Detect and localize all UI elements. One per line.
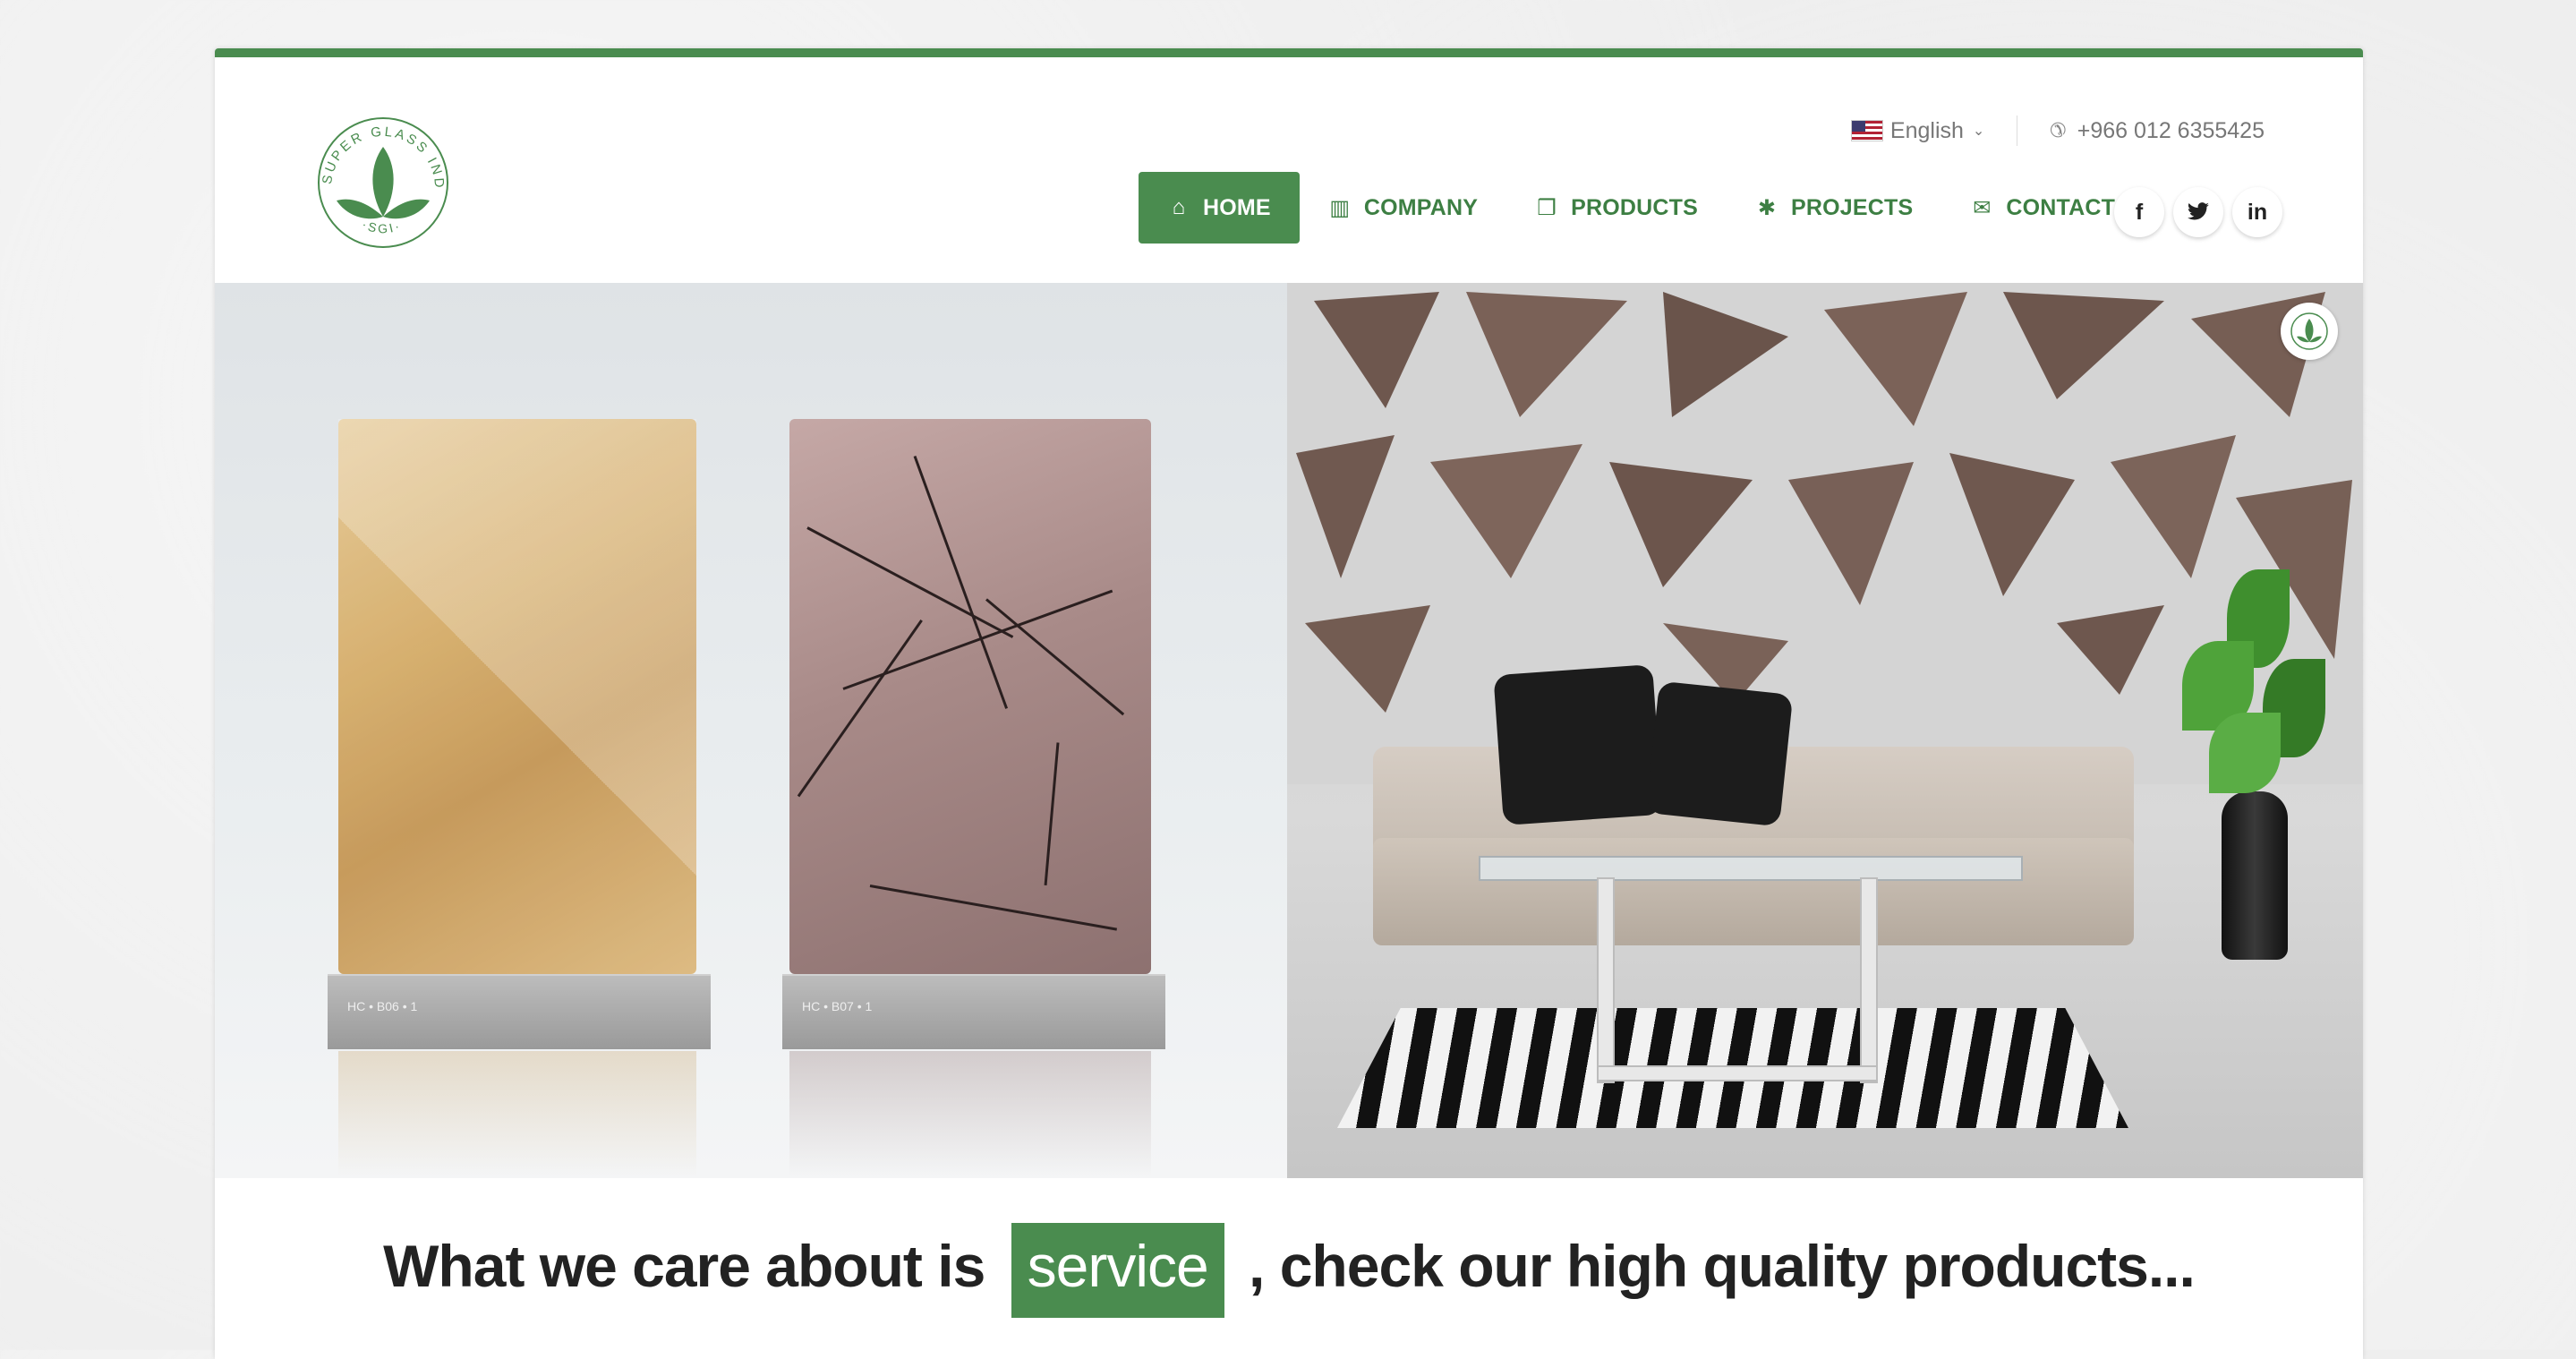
nav-products-label: PRODUCTS <box>1571 194 1699 220</box>
table-leg <box>1860 877 1878 1083</box>
hero-slider[interactable]: HC • B06 • 1 HC • B07 • 1 <box>215 283 2363 1178</box>
panel-code-right: HC • B07 • 1 <box>802 999 873 1013</box>
page-container: SUPER GLASS INDUSTRY ·SGI· English ⌄ ✆ +… <box>215 48 2363 1359</box>
living-room-image <box>1287 283 2363 1178</box>
logo-abbr: ·SGI· <box>360 217 401 235</box>
cracked-glass-panel <box>789 419 1151 974</box>
language-selector[interactable]: English ⌄ <box>1850 117 1985 144</box>
envelope-icon: ✉ <box>1973 195 1992 220</box>
table-leg <box>1597 877 1615 1083</box>
tagline-after: , check our high quality products... <box>1249 1233 2196 1299</box>
linkedin-icon: in <box>2247 199 2268 225</box>
linkedin-button[interactable]: in <box>2232 187 2282 237</box>
language-label: English <box>1889 117 1964 143</box>
tagline-before: What we care about is <box>383 1233 985 1299</box>
table-base <box>1597 1065 1878 1081</box>
nav-contact-label: CONTACT <box>2006 194 2116 220</box>
phone-link[interactable]: ✆ +966 012 6355425 <box>2050 118 2265 144</box>
glass-table-top <box>1479 856 2023 881</box>
phone-number: +966 012 6355425 <box>2077 117 2265 143</box>
glass-panels-image: HC • B06 • 1 HC • B07 • 1 <box>215 283 1287 1178</box>
facebook-button[interactable]: f <box>2114 187 2164 237</box>
nav-projects-label: PROJECTS <box>1791 194 1914 220</box>
nav-products[interactable]: ❒ PRODUCTS <box>1506 172 1727 244</box>
black-pillow-2 <box>1645 680 1794 827</box>
svg-text:·SGI·: ·SGI· <box>360 217 404 235</box>
panel-stand-left: HC • B06 • 1 <box>328 974 711 1049</box>
nav-company[interactable]: ▥ COMPANY <box>1300 172 1506 244</box>
phone-icon: ✆ <box>2050 119 2067 141</box>
chevron-down-icon: ⌄ <box>1972 124 1985 139</box>
nav-home[interactable]: ⌂ HOME <box>1139 172 1300 244</box>
gear-icon: ✱ <box>1757 195 1777 220</box>
nav-projects[interactable]: ✱ PROJECTS <box>1727 172 1941 244</box>
plant-leaf <box>2209 713 2281 793</box>
nav-company-label: COMPANY <box>1363 194 1479 220</box>
nav-home-label: HOME <box>1203 194 1271 220</box>
watermark-logo-icon <box>2281 303 2338 360</box>
us-flag-icon <box>1850 120 1883 141</box>
logo-emblem-icon: SUPER GLASS INDUSTRY ·SGI· <box>305 99 448 248</box>
tagline-heading: What we care about is service , check ou… <box>215 1223 2363 1318</box>
panel-reflection-right <box>789 1051 1151 1176</box>
site-logo[interactable]: SUPER GLASS INDUSTRY ·SGI· <box>305 99 455 254</box>
tagline-highlight: service <box>1011 1223 1224 1318</box>
plant-pot <box>2222 791 2288 960</box>
panel-stand-right: HC • B07 • 1 <box>782 974 1165 1049</box>
home-icon: ⌂ <box>1172 195 1186 219</box>
cubes-icon: ❒ <box>1537 195 1557 220</box>
top-bar: English ⌄ ✆ +966 012 6355425 <box>1850 113 2265 149</box>
main-nav: ⌂ HOME ▥ COMPANY ❒ PRODUCTS ✱ PROJECTS ✉… <box>1139 172 2144 244</box>
facebook-icon: f <box>2135 199 2144 225</box>
onyx-glass-panel <box>338 419 696 974</box>
black-pillow <box>1493 663 1663 826</box>
social-links: f in <box>2114 187 2282 237</box>
twitter-icon <box>2188 202 2209 220</box>
sofa-seat <box>1373 838 2134 945</box>
panel-reflection-left <box>338 1051 696 1176</box>
building-icon: ▥ <box>1329 195 1351 220</box>
twitter-button[interactable] <box>2173 187 2223 237</box>
panel-code-left: HC • B06 • 1 <box>347 999 418 1013</box>
